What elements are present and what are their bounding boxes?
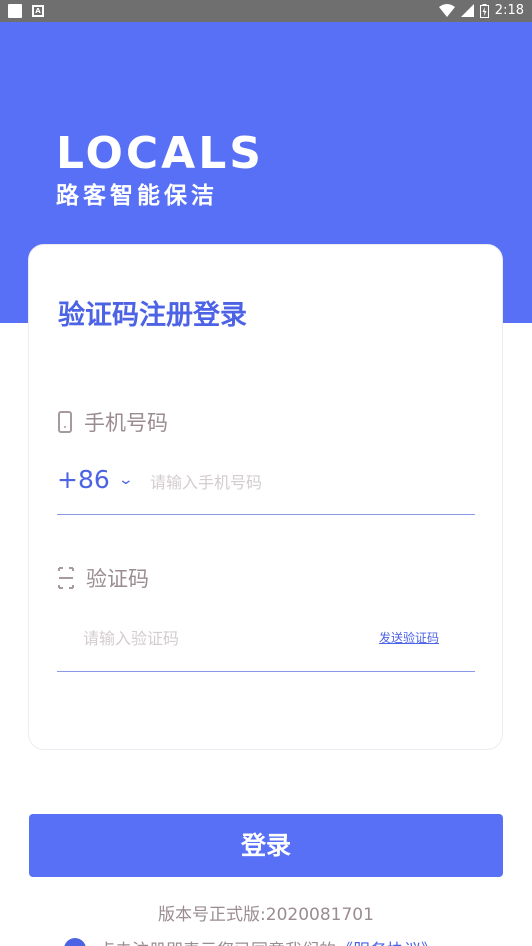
brand-logo: LOCALS 路客智能保洁 (56, 128, 264, 210)
clock: 2:18 (494, 3, 524, 18)
login-card: 验证码注册登录 手机号码 +86 ⌄ 验证码 发送验证码 (28, 244, 503, 750)
phone-label-row: 手机号码 (58, 407, 168, 437)
agreement-text: 点击注册即表示您已同意我们的 (98, 936, 336, 946)
country-code-select[interactable]: +86 ⌄ (57, 465, 134, 494)
notification-icon (8, 4, 22, 18)
brand-name-cn: 路客智能保洁 (56, 183, 218, 209)
phone-label: 手机号码 (84, 411, 168, 435)
signal-icon (460, 4, 474, 17)
service-agreement-link[interactable]: 《服务协议》 (336, 936, 438, 946)
form-title: 验证码注册登录 (58, 300, 247, 331)
login-button[interactable]: 登录 (29, 814, 503, 877)
phone-icon (58, 411, 72, 433)
send-code-link[interactable]: 发送验证码 (379, 629, 439, 646)
status-bar-notifications: A (8, 4, 44, 18)
code-label: 验证码 (86, 567, 149, 591)
code-underline (57, 671, 475, 672)
agreement-row: 点击注册即表示您已同意我们的 《服务协议》 (64, 936, 438, 946)
code-label-row: 验证码 (58, 563, 149, 593)
agreement-checkbox[interactable] (64, 937, 86, 946)
country-code: +86 (57, 465, 110, 494)
version-text: 版本号正式版:2020081701 (158, 905, 374, 925)
chevron-down-icon: ⌄ (117, 471, 134, 488)
code-input[interactable] (83, 623, 363, 653)
wifi-icon (438, 4, 455, 17)
status-bar-indicators: 2:18 (438, 3, 524, 18)
brand-name-en: LOCALS (56, 128, 264, 179)
code-icon (58, 567, 74, 589)
battery-icon (479, 3, 489, 18)
phone-input[interactable] (150, 467, 470, 497)
status-bar: A 2:18 (0, 0, 532, 22)
phone-underline (57, 514, 475, 515)
notification-a-icon: A (32, 5, 44, 17)
